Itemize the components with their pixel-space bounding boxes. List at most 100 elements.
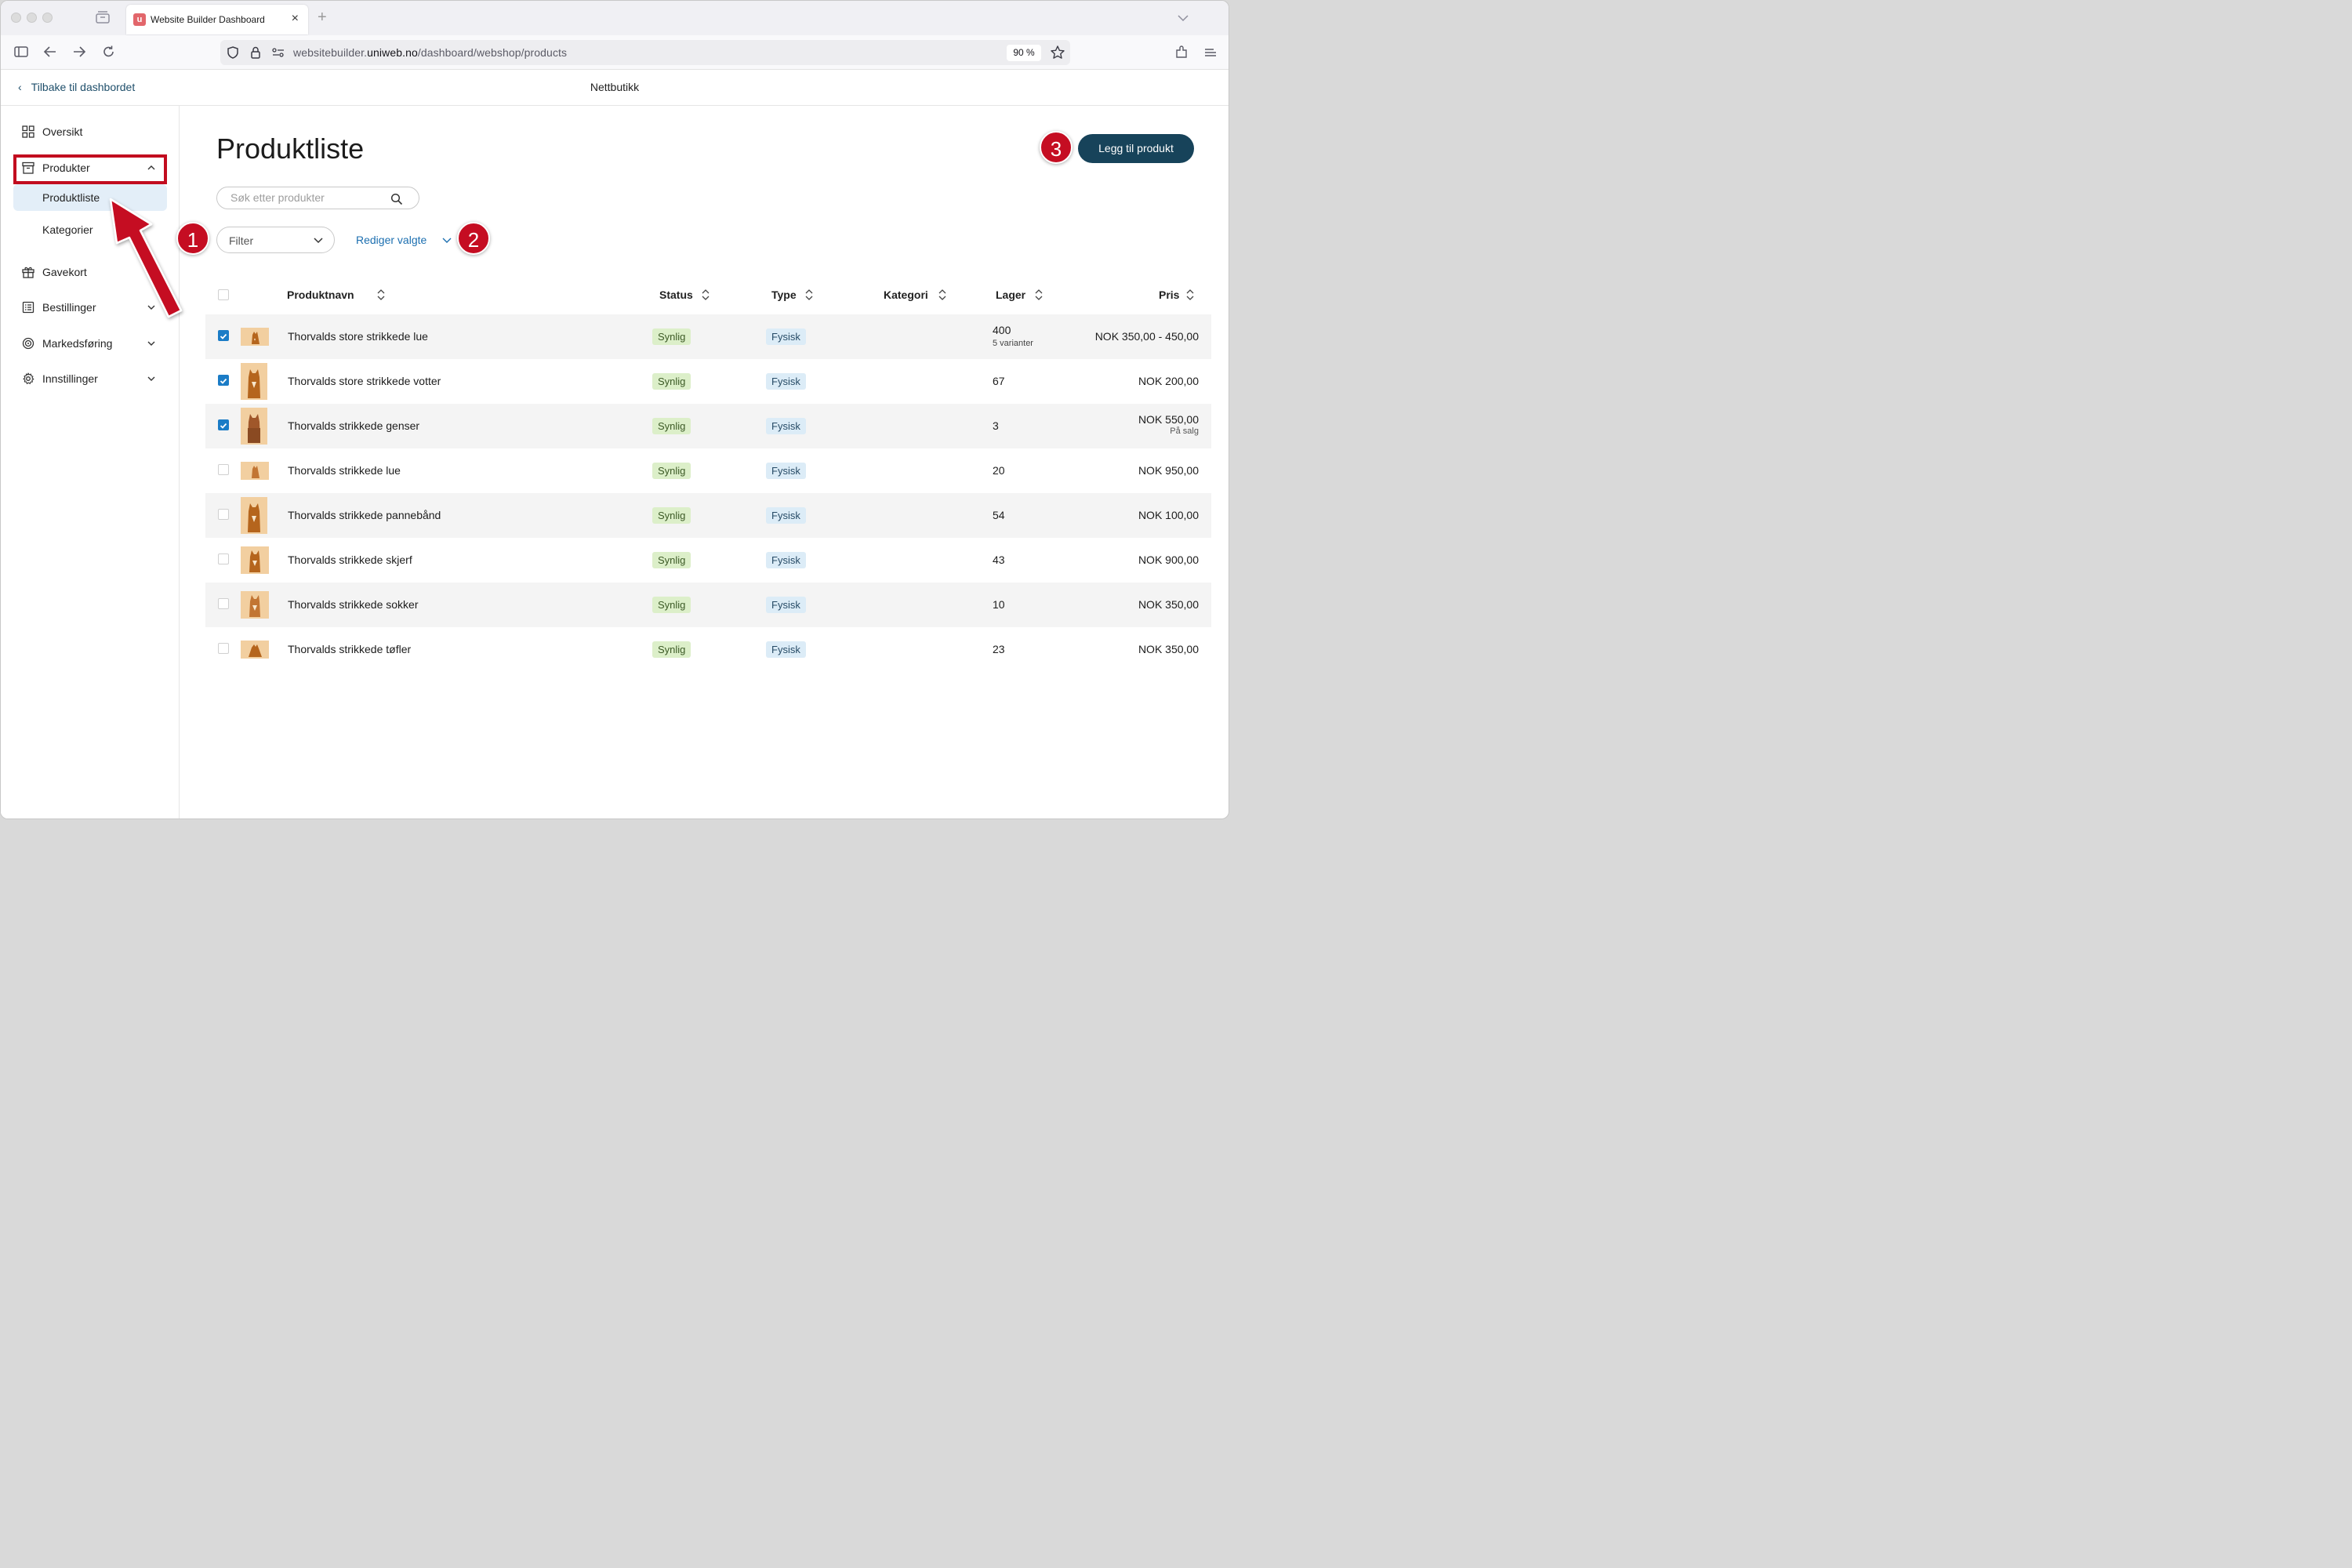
status-badge: Synlig: [652, 418, 691, 434]
sort-icon[interactable]: [376, 288, 386, 302]
table-row[interactable]: Thorvalds strikkede sokker Synlig Fysisk…: [205, 583, 1211, 627]
url-path: /dashboard/webshop/products: [417, 46, 568, 59]
status-badge: Synlig: [652, 507, 691, 524]
list-icon: [22, 301, 34, 314]
minimize-window-button[interactable]: [27, 13, 37, 23]
app-header: ‹ Tilbake til dashbordet Nettbutikk: [1, 71, 1229, 106]
reload-icon[interactable]: [101, 45, 117, 63]
edit-selected-label: Rediger valgte: [356, 234, 427, 246]
product-thumbnail: [241, 328, 269, 346]
chevron-down-icon: [442, 238, 452, 243]
sort-icon[interactable]: [701, 288, 710, 302]
select-all-checkbox[interactable]: [218, 289, 229, 300]
product-name[interactable]: Thorvalds strikkede lue: [288, 464, 401, 477]
favicon-icon: u: [133, 13, 146, 26]
table-row[interactable]: Thorvalds strikkede skjerf Synlig Fysisk…: [205, 538, 1211, 583]
navigation-bar: websitebuilder.uniweb.no/dashboard/websh…: [1, 35, 1229, 70]
tab-overview-icon[interactable]: [95, 10, 111, 28]
filter-label: Filter: [229, 234, 254, 247]
row-checkbox[interactable]: [218, 375, 229, 386]
column-header-status[interactable]: Status: [659, 289, 693, 301]
row-checkbox[interactable]: [218, 330, 229, 341]
section-title: Nettbutikk: [590, 81, 640, 93]
product-name[interactable]: Thorvalds strikkede tøfler: [288, 643, 411, 655]
table-row[interactable]: Thorvalds store strikkede lue Synlig Fys…: [205, 314, 1211, 359]
filter-dropdown[interactable]: Filter: [216, 227, 335, 253]
extensions-icon[interactable]: [1174, 45, 1189, 64]
type-badge: Fysisk: [766, 552, 806, 568]
row-checkbox[interactable]: [218, 554, 229, 564]
stock-value: 20: [993, 464, 1005, 477]
table-row[interactable]: Thorvalds strikkede pannebånd Synlig Fys…: [205, 493, 1211, 538]
sidebar-item-innstillinger[interactable]: Innstillinger: [13, 365, 167, 392]
browser-tab[interactable]: u Website Builder Dashboard ×: [126, 5, 308, 34]
lock-icon[interactable]: [249, 45, 262, 64]
price-value: NOK 350,00: [1138, 643, 1199, 655]
close-window-button[interactable]: [11, 13, 21, 23]
annotation-marker-2: 2: [457, 222, 490, 255]
chevron-down-icon: [314, 238, 323, 244]
table-row[interactable]: Thorvalds strikkede tøfler Synlig Fysisk…: [205, 627, 1211, 672]
type-badge: Fysisk: [766, 373, 806, 390]
row-checkbox[interactable]: [218, 464, 229, 475]
search-input[interactable]: [230, 191, 387, 204]
sort-icon[interactable]: [1185, 288, 1195, 302]
product-name[interactable]: Thorvalds store strikkede lue: [288, 330, 428, 343]
product-name[interactable]: Thorvalds strikkede skjerf: [288, 554, 412, 566]
sidebar-item-label: Bestillinger: [42, 301, 96, 314]
zoom-level[interactable]: 90 %: [1007, 45, 1041, 61]
sidebar-item-markedsforing[interactable]: Markedsføring: [13, 330, 167, 357]
product-thumbnail: [241, 408, 267, 445]
red-arrow-annotation: [109, 198, 183, 318]
list-tabs-icon[interactable]: [1177, 12, 1189, 26]
row-checkbox[interactable]: [218, 643, 229, 654]
table-row[interactable]: Thorvalds store strikkede votter Synlig …: [205, 359, 1211, 404]
row-checkbox[interactable]: [218, 509, 229, 520]
edit-selected-dropdown[interactable]: Rediger valgte: [356, 234, 452, 246]
forward-arrow-icon[interactable]: [71, 45, 87, 63]
stock-value: 3: [993, 419, 999, 432]
product-thumbnail: [241, 462, 269, 480]
sort-icon[interactable]: [938, 288, 947, 302]
product-name[interactable]: Thorvalds strikkede pannebånd: [288, 509, 441, 521]
target-icon: [22, 337, 34, 350]
gift-icon: [22, 267, 34, 278]
price-value: NOK 950,00: [1138, 464, 1199, 477]
sidebar-item-label: Gavekort: [42, 266, 87, 278]
search-icon[interactable]: [390, 193, 403, 205]
type-badge: Fysisk: [766, 597, 806, 613]
permissions-icon[interactable]: [271, 47, 285, 62]
bookmark-star-icon[interactable]: [1050, 45, 1065, 64]
product-name[interactable]: Thorvalds store strikkede votter: [288, 375, 441, 387]
url-bar[interactable]: websitebuilder.uniweb.no/dashboard/websh…: [220, 40, 1070, 65]
highlight-box: [13, 154, 167, 184]
sidebar-toggle-icon[interactable]: [13, 45, 29, 63]
sidebar-item-label: Innstillinger: [42, 372, 98, 385]
column-header-lager[interactable]: Lager: [996, 289, 1025, 301]
column-header-kategori[interactable]: Kategori: [884, 289, 928, 301]
status-badge: Synlig: [652, 463, 691, 479]
new-tab-icon[interactable]: +: [318, 9, 327, 27]
sort-icon[interactable]: [1034, 288, 1044, 302]
type-badge: Fysisk: [766, 418, 806, 434]
url-text[interactable]: websitebuilder.uniweb.no/dashboard/websh…: [293, 46, 567, 59]
stock-value: 23: [993, 643, 1005, 655]
row-checkbox[interactable]: [218, 419, 229, 430]
column-header-type[interactable]: Type: [771, 289, 797, 301]
sort-icon[interactable]: [804, 288, 814, 302]
row-checkbox[interactable]: [218, 598, 229, 609]
maximize-window-button[interactable]: [42, 13, 53, 23]
column-header-produktnavn[interactable]: Produktnavn: [287, 289, 354, 301]
add-product-button[interactable]: Legg til produkt: [1078, 134, 1194, 163]
product-name[interactable]: Thorvalds strikkede sokker: [288, 598, 419, 611]
table-row[interactable]: Thorvalds strikkede genser Synlig Fysisk…: [205, 404, 1211, 448]
close-tab-icon[interactable]: ×: [292, 12, 299, 26]
table-row[interactable]: Thorvalds strikkede lue Synlig Fysisk 20…: [205, 448, 1211, 493]
sidebar-item-oversikt[interactable]: Oversikt: [13, 118, 167, 145]
product-thumbnail: [241, 641, 269, 659]
column-header-pris[interactable]: Pris: [1159, 289, 1179, 301]
shield-icon[interactable]: [226, 45, 240, 64]
back-arrow-icon[interactable]: [42, 45, 58, 63]
product-name[interactable]: Thorvalds strikkede genser: [288, 419, 419, 432]
menu-icon[interactable]: [1203, 45, 1218, 64]
